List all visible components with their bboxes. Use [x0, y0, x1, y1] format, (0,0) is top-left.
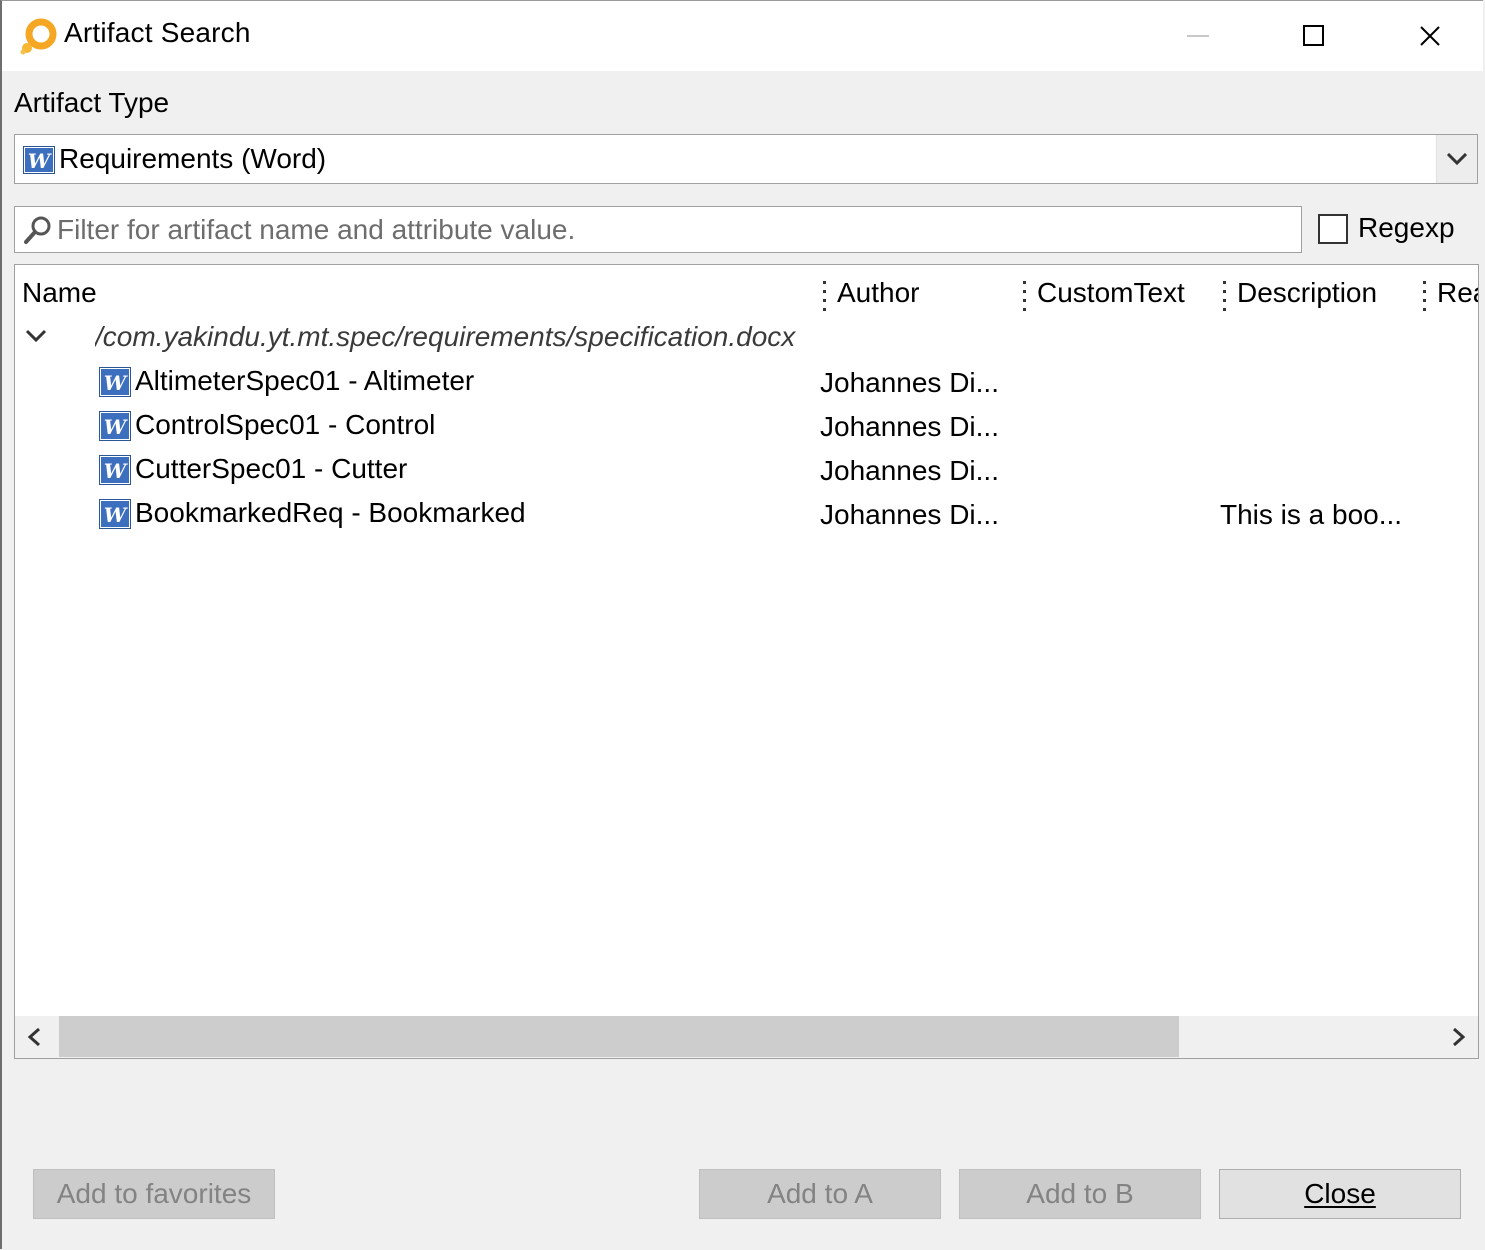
artifact-type-select[interactable]: W Requirements (Word)	[14, 134, 1478, 184]
table-row[interactable]: W CutterSpec01 - Cutter Johannes Di...	[15, 451, 1478, 495]
artifact-table: Name Author CustomText Description Rea /…	[14, 264, 1479, 1059]
regexp-label: Regexp	[1358, 212, 1455, 243]
close-button[interactable]: Close	[1219, 1169, 1461, 1219]
filter-field[interactable]	[14, 206, 1302, 253]
add-to-favorites-button[interactable]: Add to favorites	[33, 1169, 275, 1219]
column-header-author[interactable]: Author	[837, 265, 1017, 317]
word-document-icon: W	[99, 499, 131, 529]
table-row[interactable]: W BookmarkedReq - Bookmarked Johannes Di…	[15, 495, 1478, 539]
group-path[interactable]: /com.yakindu.yt.mt.spec/requirements/spe…	[95, 321, 815, 353]
app-logo-icon	[20, 18, 57, 55]
close-button-label: Close	[1304, 1178, 1376, 1209]
regexp-checkbox[interactable]	[1318, 214, 1348, 244]
search-icon	[24, 216, 51, 244]
column-header-name-label: Name	[22, 277, 97, 308]
column-header-author-label: Author	[837, 277, 920, 308]
row-author: Johannes Di...	[820, 367, 999, 398]
filter-input[interactable]	[57, 211, 1287, 249]
table-row[interactable]: W ControlSpec01 - Control Johannes Di...	[15, 407, 1478, 451]
svg-text:W: W	[28, 149, 53, 173]
svg-text:W: W	[104, 459, 129, 483]
maximize-button[interactable]	[1256, 1, 1372, 71]
row-author: Johannes Di...	[820, 499, 999, 530]
column-separator[interactable]	[1223, 281, 1227, 311]
artifact-type-value: Requirements (Word)	[59, 143, 327, 174]
chevron-down-icon	[1447, 153, 1467, 165]
window-title: Artifact Search	[64, 17, 251, 48]
column-header-rea[interactable]: Rea	[1437, 265, 1478, 317]
minimize-button[interactable]	[1140, 1, 1256, 71]
svg-text:W: W	[104, 415, 129, 439]
row-name: BookmarkedReq - Bookmarked	[135, 497, 526, 528]
title-bar[interactable]: Artifact Search	[2, 1, 1483, 71]
table-row[interactable]: W AltimeterSpec01 - Altimeter Johannes D…	[15, 363, 1478, 407]
row-author: Johannes Di...	[820, 455, 999, 486]
artifact-search-dialog: Artifact Search Artifact Type W Requirem…	[0, 0, 1483, 1249]
column-header-customtext-label: CustomText	[1037, 277, 1185, 308]
row-author: Johannes Di...	[820, 411, 999, 442]
word-document-icon: W	[99, 367, 131, 397]
word-document-icon: W	[23, 146, 55, 174]
minimize-icon	[1187, 35, 1209, 37]
close-window-button[interactable]	[1372, 1, 1485, 71]
dropdown-toggle[interactable]	[1436, 135, 1477, 183]
chevron-down-icon[interactable]	[25, 329, 47, 343]
column-header-rea-label: Rea	[1437, 277, 1478, 308]
svg-text:W: W	[104, 503, 129, 527]
horizontal-scrollbar[interactable]	[15, 1016, 1478, 1058]
scrollbar-thumb[interactable]	[59, 1016, 1179, 1057]
maximize-icon	[1303, 25, 1324, 46]
svg-text:W: W	[104, 371, 129, 395]
column-header-description[interactable]: Description	[1237, 265, 1427, 317]
add-to-b-button[interactable]: Add to B	[959, 1169, 1201, 1219]
word-document-icon: W	[99, 411, 131, 441]
column-separator[interactable]	[1423, 281, 1427, 311]
column-header-description-label: Description	[1237, 277, 1378, 308]
row-name: ControlSpec01 - Control	[135, 409, 436, 440]
column-separator[interactable]	[823, 281, 827, 311]
row-name: CutterSpec01 - Cutter	[135, 453, 408, 484]
column-separator[interactable]	[1023, 281, 1027, 311]
artifact-type-label: Artifact Type	[14, 87, 170, 118]
word-document-icon: W	[99, 455, 131, 485]
add-to-a-button[interactable]: Add to A	[699, 1169, 941, 1219]
row-name: AltimeterSpec01 - Altimeter	[135, 365, 475, 396]
column-header-customtext[interactable]: CustomText	[1037, 265, 1217, 317]
close-icon	[1420, 26, 1440, 46]
chevron-left-icon[interactable]	[27, 1027, 41, 1047]
column-header-name[interactable]: Name	[22, 265, 812, 317]
row-description: This is a boo...	[1220, 499, 1403, 530]
chevron-right-icon[interactable]	[1452, 1027, 1466, 1047]
